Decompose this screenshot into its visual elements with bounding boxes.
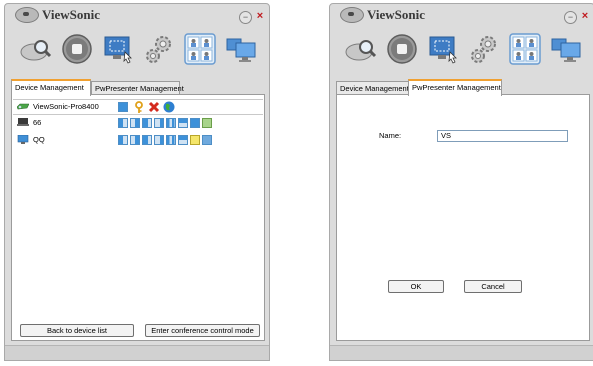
brand-name: ViewSonic: [42, 7, 101, 22]
layout-quad-icon[interactable]: [178, 135, 188, 145]
tab-pwpresenter-management[interactable]: PwPresenter Management: [408, 79, 502, 96]
split-users-icon[interactable]: [508, 32, 542, 66]
layout-quad-icon[interactable]: [166, 118, 176, 128]
presenter-form-panel: Name: VS OK Cancel: [336, 94, 590, 341]
title-bar: ViewSonic − ×: [5, 4, 269, 26]
device-name: 66: [33, 118, 42, 127]
layout-half-icon[interactable]: [118, 118, 128, 128]
globe-icon[interactable]: [163, 101, 175, 113]
layout-quad-icon[interactable]: [154, 118, 164, 128]
device-name: QQ: [33, 135, 45, 144]
layout-quad-icon[interactable]: [142, 135, 152, 145]
layout-quad-icon[interactable]: [142, 118, 152, 128]
presenter-management-window: ViewSonic − × Device Management PwPresen…: [329, 3, 593, 361]
layout-half-icon[interactable]: [130, 135, 140, 145]
search-remote-icon[interactable]: [344, 32, 378, 66]
enter-conference-control-button[interactable]: Enter conference control mode: [145, 324, 260, 337]
toolbar: [5, 32, 269, 72]
screen-icon[interactable]: [118, 102, 128, 112]
viewsonic-logo-icon: [15, 7, 39, 23]
layout-quad-icon[interactable]: [154, 135, 164, 145]
title-bar: ViewSonic − ×: [330, 4, 593, 26]
viewsonic-logo-icon: [340, 7, 364, 23]
stop-icon[interactable]: [60, 32, 94, 66]
close-button[interactable]: ×: [254, 10, 266, 22]
layout-yellow-icon[interactable]: [190, 135, 200, 145]
tab-pwpresenter-management[interactable]: PwPresenter Management: [91, 81, 184, 95]
device-row[interactable]: 66: [13, 116, 263, 130]
name-input[interactable]: VS: [437, 130, 568, 142]
key-icon[interactable]: [133, 101, 145, 113]
layout-quad-icon[interactable]: [166, 135, 176, 145]
device-management-window: ViewSonic − × Device Management PwPresen…: [4, 3, 270, 361]
device-row[interactable]: ViewSonic-Pro8400: [13, 99, 263, 115]
toolbar: [330, 32, 593, 72]
delete-icon[interactable]: [148, 101, 160, 113]
tab-device-management[interactable]: Device Management: [336, 81, 410, 95]
cancel-button[interactable]: Cancel: [464, 280, 522, 293]
display-monitor-icon[interactable]: [224, 32, 258, 66]
status-bar: [5, 345, 269, 360]
device-row[interactable]: QQ: [13, 133, 263, 147]
settings-gear-icon[interactable]: [467, 32, 501, 66]
settings-gear-icon[interactable]: [142, 32, 176, 66]
display-monitor-icon[interactable]: [549, 32, 583, 66]
layout-quad-icon[interactable]: [178, 118, 188, 128]
layout-green-icon[interactable]: [202, 118, 212, 128]
split-users-icon[interactable]: [183, 32, 217, 66]
tab-device-management[interactable]: Device Management: [11, 79, 91, 96]
laptop-icon: [17, 118, 29, 126]
layout-blue-icon[interactable]: [202, 135, 212, 145]
layout-half-icon[interactable]: [130, 118, 140, 128]
minimize-button[interactable]: −: [564, 11, 577, 24]
close-button[interactable]: ×: [579, 10, 591, 22]
ok-button[interactable]: OK: [388, 280, 444, 293]
status-bar: [330, 345, 593, 360]
back-to-device-list-button[interactable]: Back to device list: [20, 324, 134, 337]
monitor-icon: [17, 135, 29, 144]
minimize-button[interactable]: −: [239, 11, 252, 24]
device-name: ViewSonic-Pro8400: [33, 102, 99, 111]
projector-icon: [17, 103, 29, 110]
screen-select-icon[interactable]: [426, 32, 460, 66]
screen-select-icon[interactable]: [101, 32, 135, 66]
search-remote-icon[interactable]: [19, 32, 53, 66]
brand-name: ViewSonic: [367, 7, 426, 22]
layout-half-icon[interactable]: [118, 135, 128, 145]
name-label: Name:: [379, 131, 402, 140]
device-list-panel: ViewSonic-Pro8400 66 QQ Back to device l…: [11, 94, 265, 341]
stop-icon[interactable]: [385, 32, 419, 66]
layout-full-icon[interactable]: [190, 118, 200, 128]
